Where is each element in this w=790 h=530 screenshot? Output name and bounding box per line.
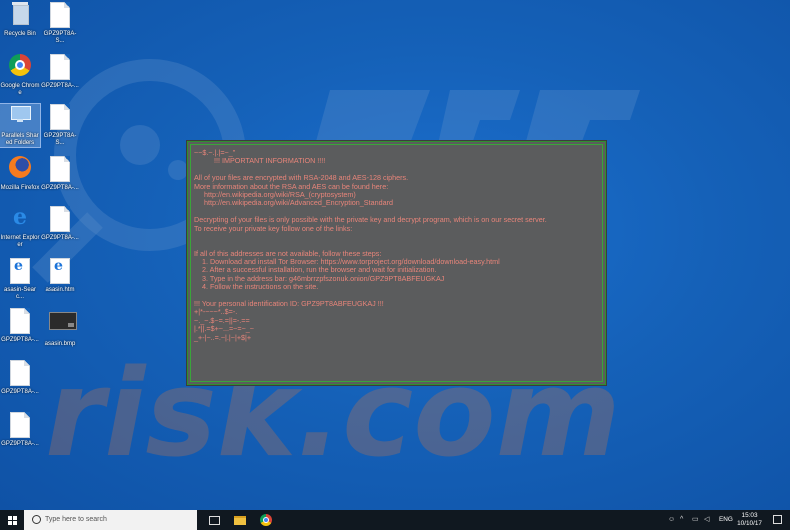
document-icon: [9, 360, 31, 386]
desktop-icon-label: Mozilla Firefox: [0, 185, 40, 191]
desktop-icon-file-8[interactable]: GPZ9PT8A-...: [0, 412, 40, 448]
desktop-icon-label: GPZ9PT8A-S...: [43, 31, 77, 44]
desktop-icon-label: GPZ9PT8A-...: [41, 235, 79, 241]
document-icon: [49, 104, 71, 130]
chevron-up-icon[interactable]: ^: [680, 516, 683, 524]
recycle-bin-icon: [9, 2, 31, 28]
taskbar: Type here to search ☺ ^ ▭ ◁ ENG 15:03 10…: [0, 510, 790, 530]
note-line: |.*||.=$+~...=~=~_~: [194, 324, 254, 334]
desktop-icon-label: Google Chrome: [0, 83, 40, 96]
desktop-icon-file-4[interactable]: GPZ9PT8A-...: [40, 156, 80, 192]
clock[interactable]: 15:03 10/10/17: [737, 512, 762, 528]
taskbar-search-box[interactable]: Type here to search: [24, 510, 197, 530]
note-title: !!! IMPORTANT INFORMATION !!!!: [194, 156, 326, 166]
note-id: !!! Your personal identification ID: GPZ…: [194, 299, 384, 309]
language-indicator[interactable]: ENG: [719, 516, 733, 523]
document-icon: [49, 156, 71, 182]
document-icon: [49, 54, 71, 80]
document-icon: [49, 206, 71, 232]
note-line: ~._~.$~=.=||=-.==: [194, 315, 250, 325]
desktop-icon-label: Parallels Shared Folders: [1, 133, 39, 146]
document-icon: [9, 412, 31, 438]
desktop-icon-label: GPZ9PT8A-...: [1, 441, 39, 447]
shared-folder-icon: [9, 104, 31, 130]
clock-time: 15:03: [741, 512, 758, 519]
note-line: [194, 233, 599, 241]
desktop-icon-asasin-bmp[interactable]: asasin.bmp: [40, 308, 80, 348]
desktop-icon-label: Recycle Bin: [4, 31, 36, 37]
people-icon[interactable]: ☺: [668, 516, 675, 524]
cortana-icon: [32, 515, 41, 524]
desktop-icon-label: GPZ9PT8A-...: [1, 389, 39, 395]
search-placeholder: Type here to search: [45, 516, 107, 523]
folder-icon: [234, 516, 246, 525]
desktop-icon-mozilla-firefox[interactable]: Mozilla Firefox: [0, 156, 40, 192]
start-button[interactable]: [0, 510, 24, 530]
desktop-icon-label: GPZ9PT8A-...: [41, 185, 79, 191]
desktop-icon-parallels-shared-folders[interactable]: Parallels Shared Folders: [0, 103, 41, 148]
desktop-icon-label: GPZ9PT8A-S...: [43, 133, 77, 146]
task-view-button[interactable]: [203, 510, 225, 530]
battery-icon[interactable]: ▭: [692, 516, 699, 524]
desktop-icon-label: asasin.bmp: [44, 341, 76, 347]
note-line: +|*-~~~*..$=-.: [194, 307, 238, 317]
chrome-icon: [9, 54, 31, 80]
speaker-icon[interactable]: ◁: [704, 516, 709, 524]
desktop-icon-label: GPZ9PT8A-...: [41, 83, 79, 89]
note-step: 4. Follow the instructions on the site.: [194, 282, 319, 292]
desktop-icon-file-5[interactable]: GPZ9PT8A-...: [40, 206, 80, 242]
desktop-icon-recycle-bin[interactable]: Recycle Bin: [0, 2, 40, 38]
action-center-icon[interactable]: [773, 515, 782, 524]
desktop-icon-asasin-search[interactable]: e asasin-Searc...: [0, 258, 40, 301]
firefox-icon: [9, 156, 31, 182]
note-line: _+-|~..=.~|.|~|+$|+: [194, 332, 252, 342]
desktop-icon-google-chrome[interactable]: Google Chrome: [0, 54, 40, 97]
desktop-icon-label: asasin-Searc...: [3, 287, 36, 300]
bitmap-file-icon: [49, 312, 77, 338]
note-line: To receive your private key follow one o…: [194, 223, 353, 233]
desktop-icon-file-1[interactable]: GPZ9PT8A-S...: [40, 2, 80, 45]
internet-explorer-icon: e: [13, 204, 27, 230]
desktop-icon-internet-explorer[interactable]: e Internet Explorer: [0, 206, 40, 249]
desktop-icon-file-2[interactable]: GPZ9PT8A-...: [40, 54, 80, 90]
task-view-icon: [209, 516, 220, 525]
document-icon: [9, 308, 31, 334]
desktop-icon-file-7[interactable]: GPZ9PT8A-...: [0, 360, 40, 396]
windows-logo-icon: [8, 516, 17, 525]
document-icon: [49, 2, 71, 28]
clock-date: 10/10/17: [737, 520, 762, 527]
desktop-icon-label: GPZ9PT8A-...: [1, 337, 39, 343]
desktop-icon-asasin-htm[interactable]: e asasin.htm: [40, 258, 80, 294]
desktop-icon-label: asasin.htm: [45, 287, 75, 293]
html-file-icon: e: [9, 258, 31, 284]
html-file-icon: e: [49, 258, 71, 284]
file-explorer-button[interactable]: [229, 510, 251, 530]
note-link: http://en.wikipedia.org/wiki/Advanced_En…: [194, 198, 393, 208]
desktop-icon-label: Internet Explorer: [0, 235, 40, 248]
chrome-taskbar-button[interactable]: [255, 510, 277, 530]
desktop-icon-file-3[interactable]: GPZ9PT8A-S...: [40, 104, 80, 147]
ransom-note-window: ~~$.~.|.|=~_" !!! IMPORTANT INFORMATION …: [187, 141, 606, 385]
ransom-note-text: ~~$.~.|.|=~_" !!! IMPORTANT INFORMATION …: [190, 144, 603, 382]
chrome-icon: [260, 514, 272, 526]
desktop-icon-file-6[interactable]: GPZ9PT8A-...: [0, 308, 40, 344]
